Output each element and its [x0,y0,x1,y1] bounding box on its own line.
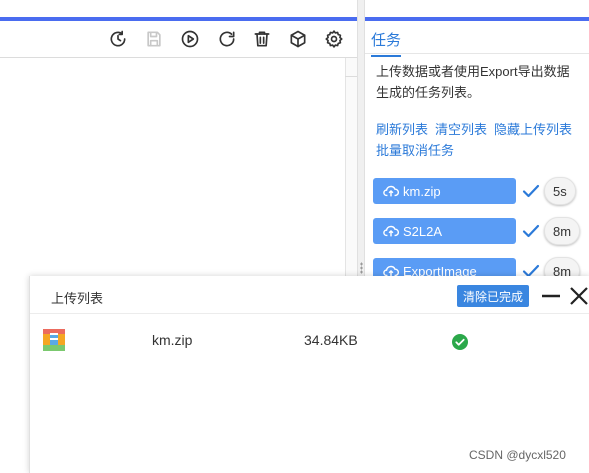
task-button[interactable]: km.zip [373,178,516,204]
batch-cancel-link[interactable]: 批量取消任务 [376,143,454,158]
upload-file-size: 34.84KB [304,332,358,348]
minimize-icon[interactable] [541,286,561,306]
drag-handle-icon[interactable] [360,262,363,274]
check-icon [521,181,541,201]
upload-dialog-title: 上传列表 [51,291,104,306]
delete-icon[interactable] [251,28,273,50]
upload-list-dialog: 上传列表 清除已完成 km.zip 34.84KB [29,276,589,473]
task-duration: 8m [544,217,581,245]
upload-file-row: km.zip 34.84KB [30,326,589,356]
editor-toolbar [0,21,357,58]
cloud-upload-icon [383,185,399,197]
scrollbar-header [345,58,357,77]
task-button[interactable]: S2L2A [373,218,516,244]
cloud-upload-icon [383,225,399,237]
tasks-tab-bar: 任务 [365,21,589,57]
play-icon[interactable] [179,28,201,50]
task-item: km.zip 5s [373,177,589,205]
clear-list-link[interactable]: 清空列表 [435,122,487,137]
tasks-actions: 刷新列表 清空列表 隐藏上传列表 批量取消任务 [376,119,586,161]
refresh-clock-icon[interactable] [107,28,129,50]
task-item: S2L2A 8m [373,217,589,245]
hide-upload-list-link[interactable]: 隐藏上传列表 [494,122,572,137]
package-icon[interactable] [287,28,309,50]
upload-dialog-header: 上传列表 清除已完成 [30,276,589,314]
save-icon[interactable] [143,28,165,50]
settings-icon[interactable] [323,28,345,50]
watermark: CSDN @dycxl520 [469,448,566,462]
tasks-description: 上传数据或者使用Export导出数据生成的任务列表。 [376,64,570,100]
upload-file-name: km.zip [152,332,193,348]
task-name: km.zip [403,183,441,199]
reset-icon[interactable] [216,28,238,50]
clear-completed-button[interactable]: 清除已完成 [457,285,530,307]
task-name: S2L2A [403,223,443,239]
task-duration: 5s [544,177,576,205]
refresh-list-link[interactable]: 刷新列表 [376,122,428,137]
zip-file-icon [43,329,65,351]
success-check-icon [452,334,468,350]
tab-tasks[interactable]: 任务 [371,29,402,57]
close-icon[interactable] [568,285,589,307]
check-icon [521,221,541,241]
